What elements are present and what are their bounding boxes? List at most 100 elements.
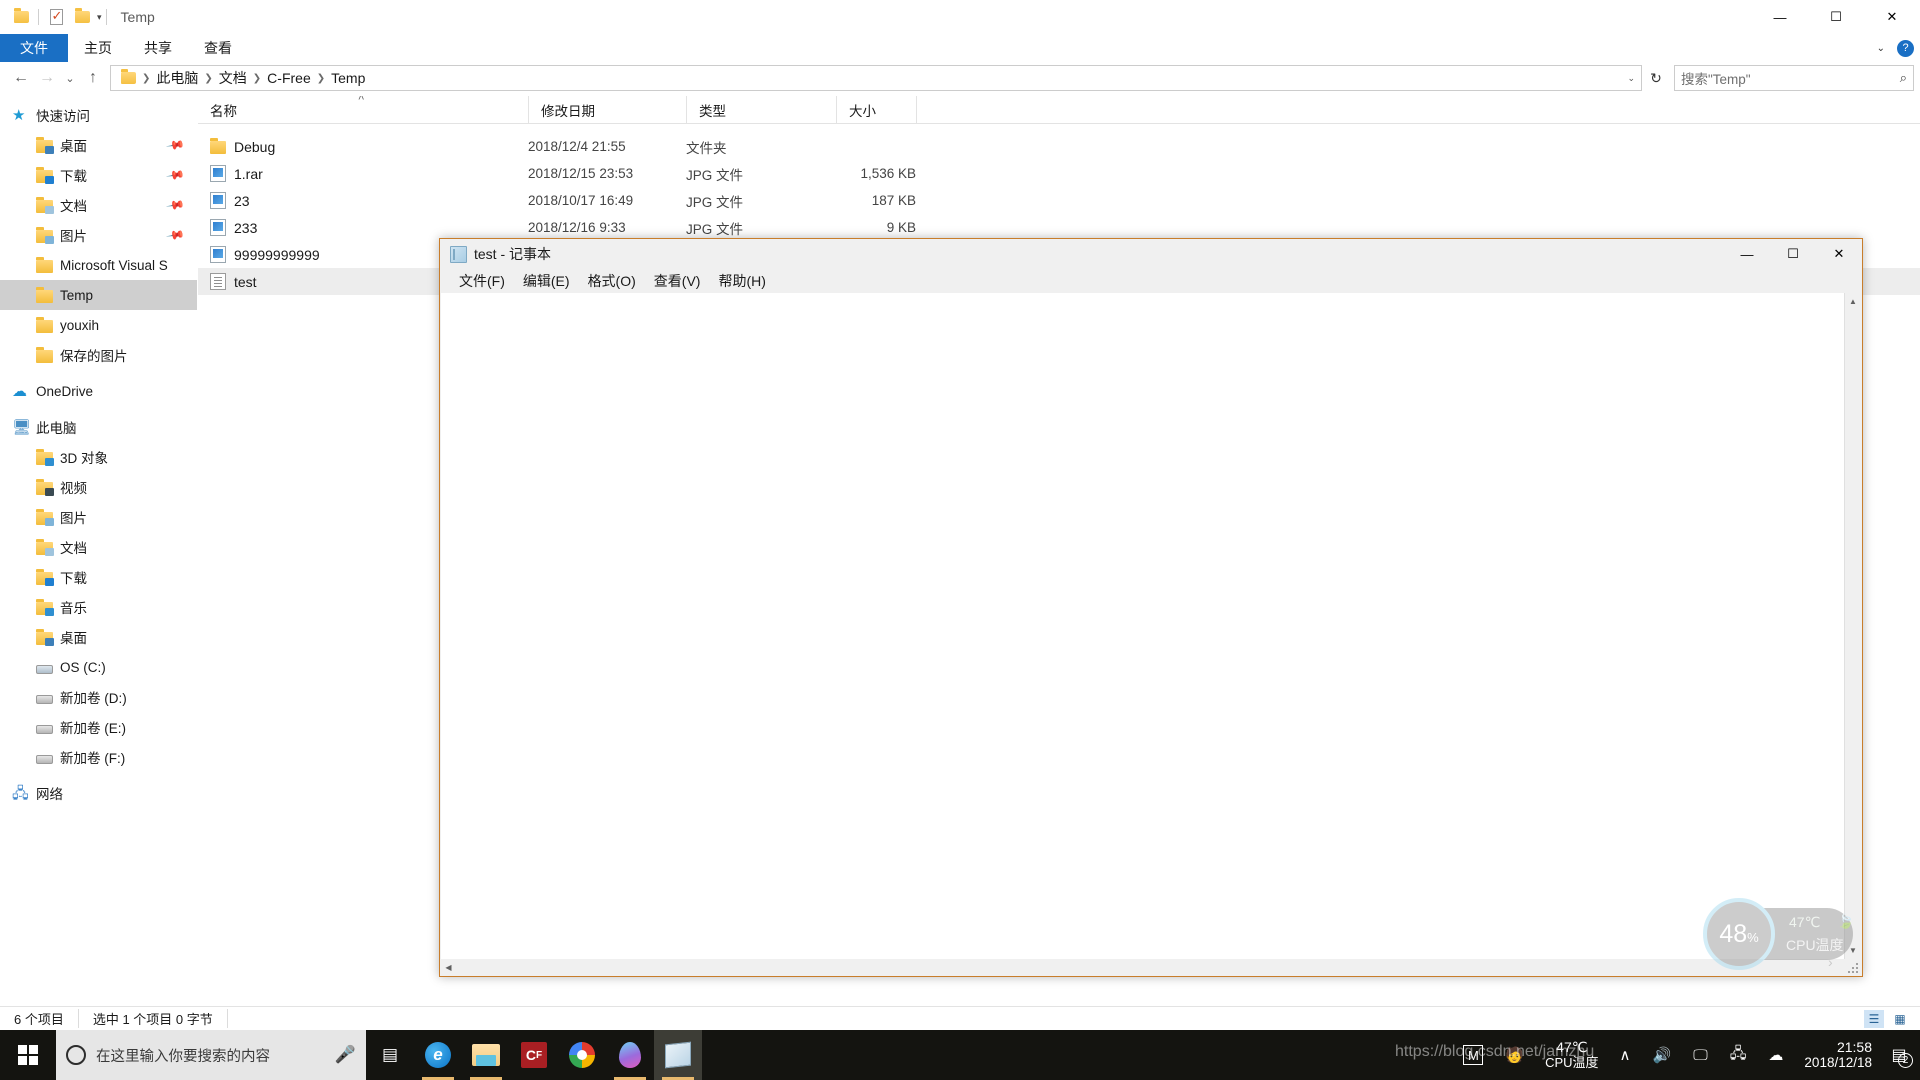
forward-button[interactable]: →: [34, 65, 60, 91]
nav-item-os-c[interactable]: OS (C:): [0, 652, 197, 682]
notepad-button[interactable]: [654, 1030, 702, 1080]
table-row[interactable]: 23 2018/10/17 16:49 JPG 文件 187 KB: [198, 187, 1920, 214]
nav-item-saved-pictures[interactable]: 保存的图片: [0, 340, 197, 370]
nav-item-microsoft-visual-s[interactable]: Microsoft Visual S: [0, 250, 197, 280]
maximize-button[interactable]: ☐: [1770, 239, 1816, 269]
refresh-button[interactable]: ↻: [1642, 65, 1670, 91]
onedrive-icon[interactable]: ☁: [1757, 1030, 1794, 1080]
tab-file[interactable]: 文件: [0, 34, 68, 62]
minimize-button[interactable]: —: [1724, 239, 1770, 269]
address-bar[interactable]: ❯ 此电脑 ❯ 文档 ❯ C-Free ❯ Temp ⌄: [110, 65, 1642, 91]
notepad-title-bar[interactable]: test - 记事本 — ☐ ✕: [440, 239, 1862, 269]
show-hidden-icons-button[interactable]: ∧: [1609, 1030, 1642, 1080]
tab-share[interactable]: 共享: [128, 34, 188, 62]
tab-view[interactable]: 查看: [188, 34, 248, 62]
back-button[interactable]: ←: [8, 65, 34, 91]
column-header-date[interactable]: 修改日期: [528, 96, 686, 124]
chrome-button[interactable]: [558, 1030, 606, 1080]
close-button[interactable]: ✕: [1816, 239, 1862, 269]
breadcrumb-item-0[interactable]: 此电脑: [151, 68, 203, 88]
scroll-left-icon[interactable]: ◀: [440, 963, 457, 972]
nav-item-documents-pc[interactable]: 文档: [0, 532, 197, 562]
people-icon[interactable]: 🧑: [1494, 1030, 1535, 1080]
scroll-up-icon[interactable]: ▲: [1845, 293, 1862, 310]
nav-item-videos[interactable]: 视频: [0, 472, 197, 502]
nav-item-pictures[interactable]: 图片 📌: [0, 220, 197, 250]
menu-format[interactable]: 格式(O): [579, 270, 645, 292]
help-icon[interactable]: ?: [1897, 39, 1914, 57]
nav-item-this-pc[interactable]: 🖥 此电脑: [0, 412, 197, 442]
tab-home[interactable]: 主页: [68, 34, 128, 62]
start-button[interactable]: [0, 1030, 56, 1080]
vertical-scrollbar[interactable]: ▲ ▼: [1844, 293, 1861, 959]
breadcrumb-item-1[interactable]: 文档: [214, 68, 252, 88]
cfree-button[interactable]: CF: [510, 1030, 558, 1080]
nav-item-temp[interactable]: Temp: [0, 280, 197, 310]
table-row[interactable]: Debug 2018/12/4 21:55 文件夹: [198, 133, 1920, 160]
nav-item-drive-e[interactable]: 新加卷 (E:): [0, 712, 197, 742]
up-button[interactable]: ↑: [80, 65, 106, 91]
m-app-icon[interactable]: M: [1452, 1030, 1494, 1080]
microphone-icon[interactable]: 🎤: [335, 1045, 356, 1065]
menu-file[interactable]: 文件(F): [450, 270, 514, 292]
speaker-icon[interactable]: 🔊: [1642, 1030, 1683, 1080]
new-folder-icon[interactable]: [69, 4, 95, 30]
pin-icon[interactable]: 📌: [165, 165, 185, 185]
notepad-edit-area[interactable]: ▲ ▼: [441, 293, 1861, 959]
nav-item-3d-objects[interactable]: 3D 对象: [0, 442, 197, 472]
nav-item-pictures-pc[interactable]: 图片: [0, 502, 197, 532]
nav-item-quick-access[interactable]: ★ 快速访问: [0, 100, 197, 130]
scroll-down-icon[interactable]: ▼: [1845, 942, 1862, 959]
horizontal-scrollbar[interactable]: ◀: [440, 959, 1862, 976]
task-view-button[interactable]: ▤: [366, 1030, 414, 1080]
notification-center-button[interactable]: ▤ 2: [1882, 1030, 1916, 1080]
properties-icon[interactable]: [43, 4, 69, 30]
nav-item-drive-f[interactable]: 新加卷 (F:): [0, 742, 197, 772]
pin-icon[interactable]: 📌: [165, 225, 185, 245]
table-row[interactable]: 233 2018/12/16 9:33 JPG 文件 9 KB: [198, 214, 1920, 241]
menu-view[interactable]: 查看(V): [645, 270, 710, 292]
nav-item-desktop-pc[interactable]: 桌面: [0, 622, 197, 652]
pin-icon[interactable]: 📌: [165, 195, 185, 215]
network-icon[interactable]: 🖧: [1719, 1030, 1758, 1080]
close-button[interactable]: ✕: [1864, 0, 1920, 34]
notepad-text[interactable]: [441, 293, 1844, 959]
breadcrumb-item-3[interactable]: Temp: [326, 70, 370, 86]
cpu-temp-tray[interactable]: 47℃ CPU温度: [1535, 1030, 1608, 1080]
chevron-down-icon[interactable]: ▾: [97, 12, 102, 23]
nav-item-downloads-pc[interactable]: 下载: [0, 562, 197, 592]
minimize-button[interactable]: —: [1752, 0, 1808, 34]
column-header-name[interactable]: 名称 ˄: [198, 96, 528, 124]
resize-grip[interactable]: [1848, 963, 1860, 975]
nav-item-downloads[interactable]: 下载 📌: [0, 160, 197, 190]
chevron-down-icon[interactable]: ⌄: [1877, 43, 1885, 54]
search-input[interactable]: 搜索"Temp" ⌕: [1674, 65, 1914, 91]
menu-edit[interactable]: 编辑(E): [514, 270, 579, 292]
search-input[interactable]: 在这里输入你要搜索的内容 🎤: [56, 1030, 366, 1080]
nav-item-desktop[interactable]: 桌面 📌: [0, 130, 197, 160]
nav-item-music[interactable]: 音乐: [0, 592, 197, 622]
drop-app-button[interactable]: [606, 1030, 654, 1080]
large-icons-view-button[interactable]: ▦: [1890, 1010, 1910, 1028]
column-header-size[interactable]: 大小: [836, 96, 916, 124]
maximize-button[interactable]: ☐: [1808, 0, 1864, 34]
details-view-button[interactable]: ☰: [1864, 1009, 1884, 1028]
folder-icon[interactable]: [8, 4, 34, 30]
table-row[interactable]: 1.rar 2018/12/15 23:53 JPG 文件 1,536 KB: [198, 160, 1920, 187]
chevron-down-icon[interactable]: ⌄: [1627, 73, 1635, 84]
nav-item-youxih[interactable]: youxih: [0, 310, 197, 340]
nav-item-onedrive[interactable]: ☁ OneDrive: [0, 376, 197, 406]
pin-icon[interactable]: 📌: [165, 135, 185, 155]
explorer-button[interactable]: [462, 1030, 510, 1080]
navigation-pane[interactable]: ★ 快速访问 桌面 📌 下载 📌 文档 📌 图片 📌 Microsoft Vis…: [0, 96, 198, 1006]
clock[interactable]: 21:58 2018/12/18: [1794, 1030, 1882, 1080]
breadcrumb-item-2[interactable]: C-Free: [262, 70, 316, 86]
column-header-type[interactable]: 类型: [686, 96, 836, 124]
nav-item-network[interactable]: 🖧 网络: [0, 778, 197, 808]
edge-button[interactable]: e: [414, 1030, 462, 1080]
menu-help[interactable]: 帮助(H): [709, 270, 774, 292]
nav-item-documents[interactable]: 文档 📌: [0, 190, 197, 220]
display-icon[interactable]: 🖵: [1682, 1030, 1718, 1080]
nav-item-drive-d[interactable]: 新加卷 (D:): [0, 682, 197, 712]
recent-locations-button[interactable]: ⌄: [60, 65, 80, 91]
